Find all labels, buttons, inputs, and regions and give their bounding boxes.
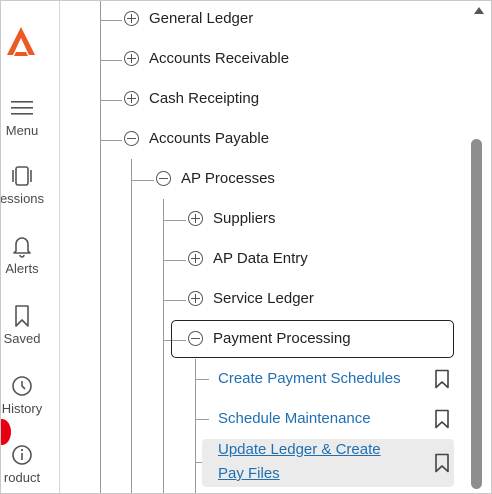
tree-node-ap-processes[interactable]: AP Processes xyxy=(156,170,275,187)
expand-icon[interactable] xyxy=(188,211,203,226)
tree-node-service-ledger[interactable]: Service Ledger xyxy=(188,290,314,307)
tree-node-ap-data-entry[interactable]: AP Data Entry xyxy=(188,250,308,267)
tree-node-general-ledger[interactable]: General Ledger xyxy=(124,10,253,27)
collapse-icon[interactable] xyxy=(124,131,139,146)
hamburger-menu-icon xyxy=(11,101,33,115)
link-line: Pay Files xyxy=(218,465,280,482)
tree-node-label: Accounts Receivable xyxy=(149,50,290,67)
expand-icon[interactable] xyxy=(188,251,203,266)
tree-connector xyxy=(163,220,186,221)
tree-connector xyxy=(100,100,122,101)
link-create-payment-schedules[interactable]: Create Payment Schedules xyxy=(218,370,401,387)
tree-node-accounts-payable[interactable]: Accounts Payable xyxy=(124,130,269,147)
sessions-icon xyxy=(12,166,32,186)
tree-node-payment-processing[interactable]: Payment Processing xyxy=(188,330,351,347)
bookmark-icon[interactable] xyxy=(434,369,450,389)
brand-logo xyxy=(7,27,35,56)
bookmark-icon[interactable] xyxy=(434,409,450,429)
rail-label: roduct xyxy=(3,470,41,485)
rail-label: Saved xyxy=(3,331,41,346)
tree-connector xyxy=(163,260,186,261)
tree-connector xyxy=(100,140,122,141)
info-icon xyxy=(12,445,32,465)
tree-panel: General Ledger Accounts Receivable Cash … xyxy=(60,1,470,493)
expand-icon[interactable] xyxy=(188,291,203,306)
rail-sessions[interactable]: essions xyxy=(1,163,59,206)
left-rail: Menu essions Alerts Saved History roduct xyxy=(1,1,60,493)
link-schedule-maintenance[interactable]: Schedule Maintenance xyxy=(218,410,371,427)
app-frame: Menu essions Alerts Saved History roduct… xyxy=(0,0,492,494)
tree-node-cash-receipting[interactable]: Cash Receipting xyxy=(124,90,259,107)
tree-node-label: Cash Receipting xyxy=(149,90,260,107)
tree-connector xyxy=(163,300,186,301)
tree-node-label: Suppliers xyxy=(213,210,276,227)
collapse-icon[interactable] xyxy=(156,171,171,186)
bookmark-icon xyxy=(15,305,29,327)
tree-connector xyxy=(131,180,154,181)
tree-connector xyxy=(100,60,122,61)
link-update-ledger-create-pay-files[interactable]: Update Ledger & Create Pay Files xyxy=(218,438,381,486)
rail-label: Menu xyxy=(5,123,39,138)
rail-history[interactable]: History xyxy=(1,373,59,416)
clock-icon xyxy=(12,376,32,396)
rail-label: Alerts xyxy=(5,261,39,276)
expand-icon[interactable] xyxy=(124,51,139,66)
rail-menu[interactable]: Menu xyxy=(1,95,59,138)
tree-node-label: Accounts Payable xyxy=(149,130,270,147)
collapse-icon[interactable] xyxy=(188,331,203,346)
tree-connector xyxy=(195,419,209,420)
tree-node-suppliers[interactable]: Suppliers xyxy=(188,210,276,227)
tree-node-label: Payment Processing xyxy=(213,330,351,347)
link-line: Update Ledger & Create xyxy=(218,441,381,458)
rail-label: History xyxy=(1,401,43,416)
tree-node-label: Service Ledger xyxy=(213,290,314,307)
tree-node-accounts-receivable[interactable]: Accounts Receivable xyxy=(124,50,289,67)
rail-product[interactable]: roduct xyxy=(1,442,59,485)
rail-alerts[interactable]: Alerts xyxy=(1,233,59,276)
scroll-up-arrow-icon[interactable] xyxy=(474,7,484,14)
tree-connector xyxy=(131,159,132,493)
rail-label: essions xyxy=(1,191,45,206)
tree-node-label: AP Data Entry xyxy=(213,250,308,267)
bookmark-icon[interactable] xyxy=(434,453,450,473)
tree-connector xyxy=(163,199,164,493)
tree-connector xyxy=(195,379,209,380)
bell-icon xyxy=(13,237,31,258)
expand-icon[interactable] xyxy=(124,11,139,26)
tree-node-label: AP Processes xyxy=(181,170,275,187)
scrollbar-thumb[interactable] xyxy=(471,139,482,489)
expand-icon[interactable] xyxy=(124,91,139,106)
rail-saved[interactable]: Saved xyxy=(1,303,59,346)
tree-node-label: General Ledger xyxy=(149,10,254,27)
tree-connector xyxy=(100,20,122,21)
tree-connector xyxy=(100,1,101,493)
